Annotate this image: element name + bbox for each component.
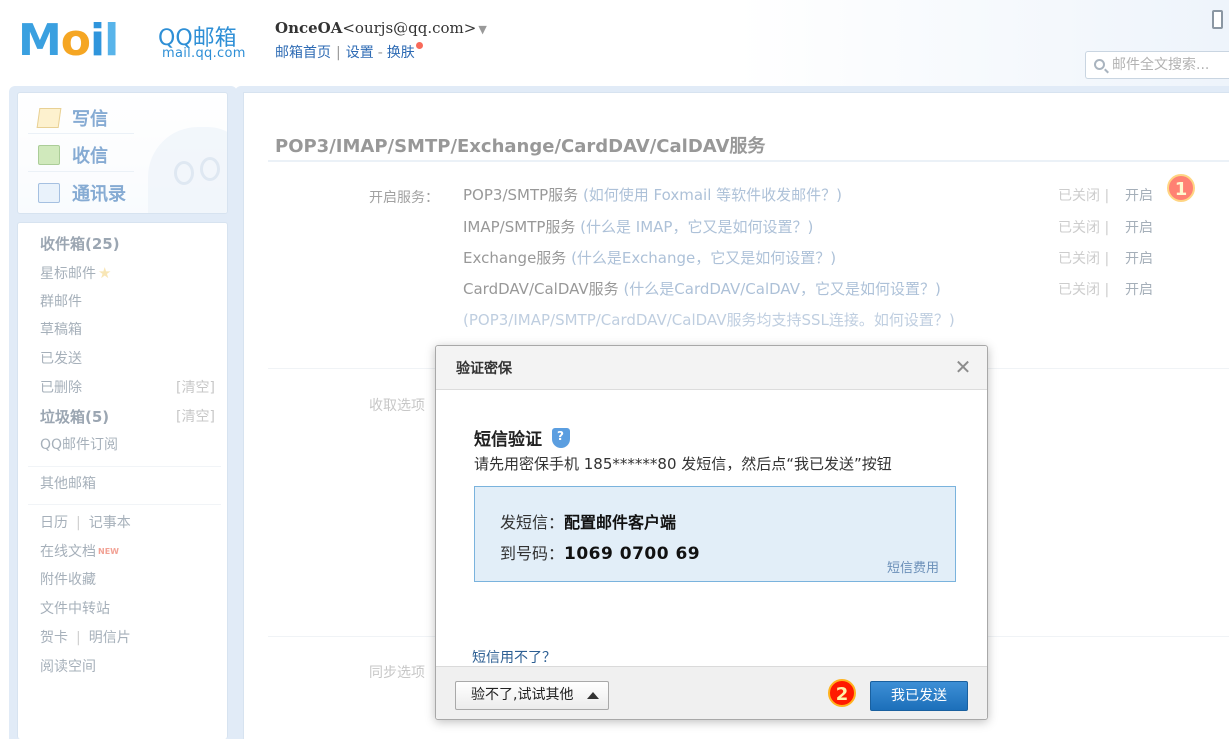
account-name: OnceOA	[275, 19, 343, 37]
account-info: OnceOA<ourjs@qq.com> ▼ 邮箱首页 | 设置 - 换肤	[275, 19, 487, 61]
search-placeholder: 邮件全文搜索...	[1112, 57, 1210, 73]
sms-verification-heading: 短信验证	[474, 425, 570, 450]
sms-unavailable-link[interactable]: 短信用不了？	[472, 647, 556, 667]
logo-url: mail.qq.com	[162, 46, 246, 61]
sms-content-line: 发短信：配置邮件客户端	[500, 513, 677, 532]
caret-up-icon	[587, 692, 599, 699]
skin-link[interactable]: 换肤	[387, 45, 415, 61]
logo-mail-wordmark: Moil	[18, 15, 119, 66]
i-have-sent-button[interactable]: 我已发送	[870, 681, 968, 711]
mail-search-input[interactable]: 邮件全文搜索...	[1085, 51, 1229, 79]
settings-link[interactable]: 设置	[346, 45, 374, 61]
sms-fee-link[interactable]: 短信费用	[887, 557, 939, 576]
mail-home-link[interactable]: 邮箱首页	[275, 45, 331, 61]
dialog-footer: 验不了,试试其他 我已发送	[436, 666, 987, 719]
dialog-title: 验证密保	[456, 361, 512, 377]
sms-number-value: 1069 0700 69	[564, 544, 701, 564]
close-icon[interactable]: ✕	[954, 357, 972, 377]
account-email: <ourjs@qq.com>	[342, 19, 477, 37]
step-2-badge: 2	[828, 679, 856, 707]
notification-dot-icon	[415, 42, 423, 49]
account-dropdown-icon[interactable]: ▼	[478, 23, 486, 36]
dialog-header: 验证密保 ✕	[436, 346, 987, 390]
security-verification-dialog: 验证密保 ✕ 短信验证 请先用密保手机 185******80 发短信，然后点“…	[435, 345, 988, 720]
search-icon	[1094, 59, 1105, 70]
sms-details-box: 发短信：配置邮件客户端 到号码：1069 0700 69 短信费用	[474, 486, 956, 582]
try-other-method-button[interactable]: 验不了,试试其他	[455, 681, 609, 710]
top-header: Moil QQ邮箱 mail.qq.com OnceOA<ourjs@qq.co…	[0, 0, 1229, 86]
sms-number-line: 到号码：1069 0700 69	[500, 544, 701, 564]
sms-instruction: 请先用密保手机 185******80 发短信，然后点“我已发送”按钮	[474, 455, 892, 473]
shield-question-icon	[552, 428, 570, 448]
mobile-icon[interactable]	[1212, 10, 1223, 29]
sms-content-value: 配置邮件客户端	[564, 513, 677, 532]
